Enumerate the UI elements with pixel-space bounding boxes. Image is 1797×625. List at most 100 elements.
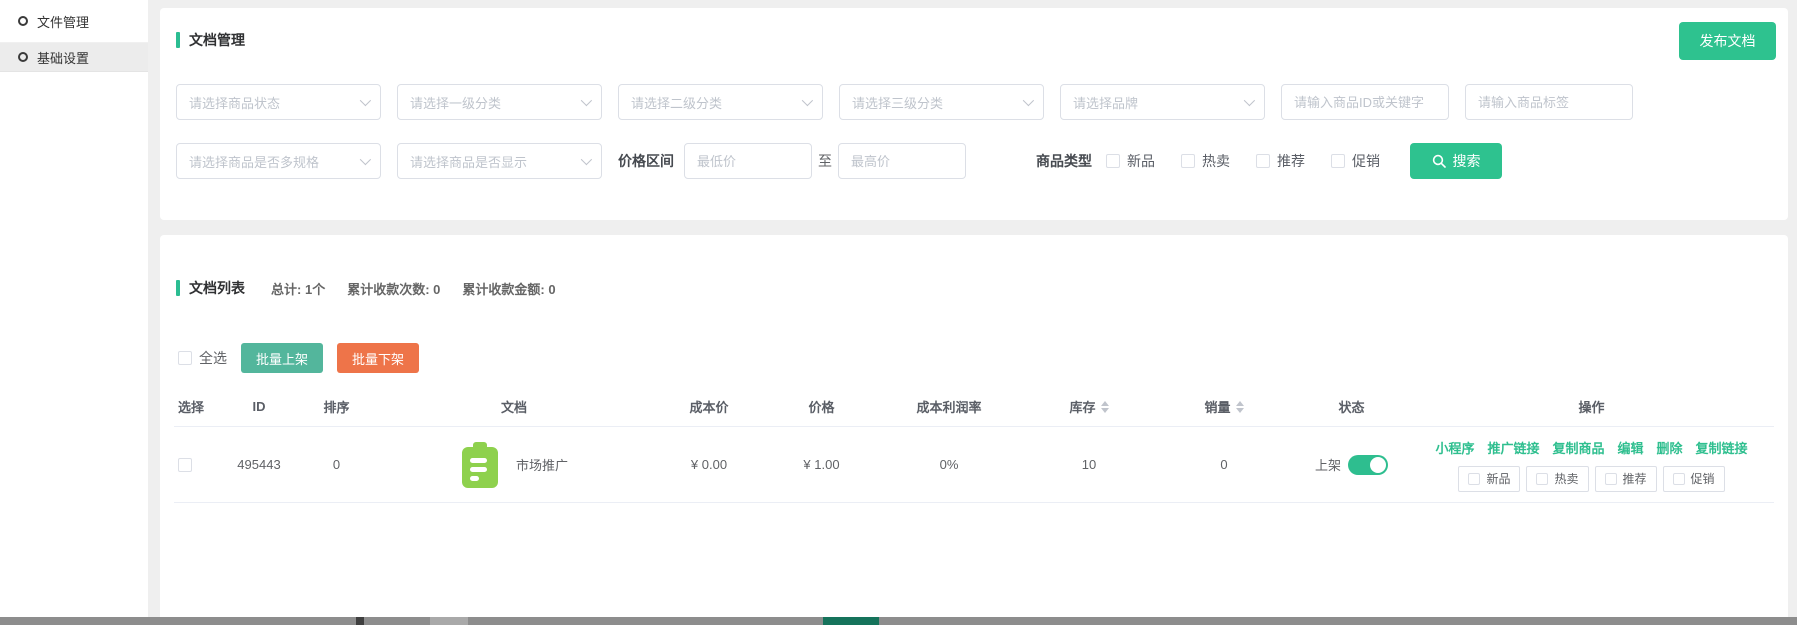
bottom-scrollbar[interactable] (0, 617, 1797, 625)
row-sort: 0 (294, 457, 379, 472)
row-cost-price: ¥ 0.00 (649, 457, 769, 472)
select-placeholder: 请选择商品是否显示 (410, 152, 527, 171)
caret-down-icon (1101, 408, 1109, 413)
sidebar-item-basic-settings[interactable]: 基础设置 (0, 43, 148, 72)
publish-document-button[interactable]: 发布文档 (1679, 22, 1776, 60)
caret-up-icon (1101, 401, 1109, 406)
sales-sort-control[interactable] (1236, 401, 1244, 413)
select-multi-spec[interactable]: 请选择商品是否多规格 (176, 143, 381, 179)
list-stats: 总计: 1个 累计收款次数: 0 累计收款金额: 0 (271, 279, 556, 298)
copy-link-link[interactable]: 复制链接 (1696, 438, 1748, 457)
table-row: 495443 0 市场推广 ¥ 0.00 ¥ 1.00 0% 10 0 上架 (174, 427, 1774, 503)
price-range-label: 价格区间 (618, 151, 674, 171)
select-placeholder: 请选择一级分类 (410, 93, 501, 112)
mini-program-link[interactable]: 小程序 (1435, 438, 1474, 457)
type-checkbox-hot[interactable]: 热卖 (1181, 151, 1230, 171)
col-header-sort: 排序 (294, 397, 379, 416)
list-title: 文档列表 (189, 278, 245, 298)
col-header-cost-price: 成本价 (649, 397, 769, 416)
checkbox-label: 热卖 (1202, 151, 1230, 171)
title-accent-bar (176, 280, 180, 296)
table-header-row: 选择 ID 排序 文档 成本价 价格 成本利润率 库存 销量 状态 (174, 387, 1774, 427)
tag-label: 推荐 (1623, 470, 1647, 487)
stat-payment-amount: 累计收款金额: 0 (462, 279, 555, 298)
search-icon (1432, 154, 1446, 168)
checkbox[interactable] (1256, 154, 1270, 168)
tag-label: 新品 (1486, 470, 1510, 487)
chevron-down-icon (581, 95, 592, 106)
row-actions-cell: 小程序 推广链接 复制商品 编辑 删除 复制链接 新品 (1409, 438, 1774, 492)
row-tag-new[interactable]: 新品 (1458, 466, 1520, 492)
select-placeholder: 请选择二级分类 (631, 93, 722, 112)
select-product-status[interactable]: 请选择商品状态 (176, 84, 381, 120)
select-all-checkbox[interactable] (178, 351, 192, 365)
select-placeholder: 请选择品牌 (1073, 93, 1138, 112)
type-checkbox-new[interactable]: 新品 (1106, 151, 1155, 171)
row-tag-recommend[interactable]: 推荐 (1595, 466, 1657, 492)
min-price-input[interactable] (684, 143, 812, 179)
circle-icon (18, 52, 28, 62)
delete-link[interactable]: 删除 (1657, 438, 1683, 457)
col-header-id: ID (224, 399, 294, 414)
type-checkbox-recommend[interactable]: 推荐 (1256, 151, 1305, 171)
checkbox[interactable] (1468, 473, 1480, 485)
max-price-input[interactable] (838, 143, 966, 179)
clipboard-list-icon (460, 442, 500, 488)
sidebar-item-label: 基础设置 (37, 48, 89, 67)
select-category-level1[interactable]: 请选择一级分类 (397, 84, 602, 120)
copy-product-link[interactable]: 复制商品 (1552, 438, 1604, 457)
row-checkbox[interactable] (178, 458, 192, 472)
action-links: 小程序 推广链接 复制商品 编辑 删除 复制链接 (1435, 438, 1747, 457)
batch-on-shelf-button[interactable]: 批量上架 (241, 343, 323, 373)
caret-up-icon (1236, 401, 1244, 406)
status-label: 上架 (1315, 455, 1341, 474)
panel-title: 文档管理 (176, 30, 245, 50)
select-visibility[interactable]: 请选择商品是否显示 (397, 143, 602, 179)
chevron-down-icon (802, 95, 813, 106)
status-toggle[interactable] (1348, 455, 1388, 475)
checkbox-label: 新品 (1127, 151, 1155, 171)
batch-actions-row: 全选 批量上架 批量下架 (178, 343, 419, 373)
col-header-doc: 文档 (379, 397, 649, 416)
edit-link[interactable]: 编辑 (1618, 438, 1644, 457)
sidebar-item-file-management[interactable]: 文件管理 (0, 0, 148, 43)
product-id-keyword-input[interactable] (1281, 84, 1449, 120)
stat-total: 总计: 1个 (271, 279, 325, 298)
checkbox[interactable] (1181, 154, 1195, 168)
stat-payment-count: 累计收款次数: 0 (347, 279, 440, 298)
checkbox[interactable] (1673, 473, 1685, 485)
select-brand[interactable]: 请选择品牌 (1060, 84, 1265, 120)
col-header-select: 选择 (174, 397, 224, 416)
row-cost-margin: 0% (874, 457, 1024, 472)
row-stock: 10 (1024, 457, 1154, 472)
chevron-down-icon (1023, 95, 1034, 106)
checkbox[interactable] (1331, 154, 1345, 168)
select-category-level3[interactable]: 请选择三级分类 (839, 84, 1044, 120)
document-table: 选择 ID 排序 文档 成本价 价格 成本利润率 库存 销量 状态 (174, 387, 1774, 503)
row-tag-hot[interactable]: 热卖 (1526, 466, 1588, 492)
checkbox[interactable] (1605, 473, 1617, 485)
search-button[interactable]: 搜索 (1410, 143, 1502, 179)
list-header: 文档列表 总计: 1个 累计收款次数: 0 累计收款金额: 0 (176, 278, 556, 298)
product-tag-input[interactable] (1465, 84, 1633, 120)
price-to-separator: 至 (818, 151, 832, 171)
col-header-price: 价格 (769, 397, 874, 416)
title-accent-bar (176, 32, 180, 48)
filter-row-1: 请选择商品状态 请选择一级分类 请选择二级分类 请选择三级分类 请选择品牌 (176, 84, 1633, 120)
chevron-down-icon (360, 154, 371, 165)
row-tag-promo[interactable]: 促销 (1663, 466, 1725, 492)
batch-off-shelf-button[interactable]: 批量下架 (337, 343, 419, 373)
page-title: 文档管理 (189, 30, 245, 50)
stock-sort-control[interactable] (1101, 401, 1109, 413)
filter-row-2: 请选择商品是否多规格 请选择商品是否显示 价格区间 至 商品类型 新品 热卖 推… (176, 143, 1502, 179)
checkbox[interactable] (1106, 154, 1120, 168)
row-id: 495443 (224, 457, 294, 472)
checkbox[interactable] (1536, 473, 1548, 485)
type-checkbox-promo[interactable]: 促销 (1331, 151, 1380, 171)
select-category-level2[interactable]: 请选择二级分类 (618, 84, 823, 120)
select-placeholder: 请选择商品是否多规格 (189, 152, 319, 171)
promo-link-link[interactable]: 推广链接 (1487, 438, 1539, 457)
scrollbar-dark-segment (356, 617, 364, 625)
tag-label: 促销 (1691, 470, 1715, 487)
circle-icon (18, 16, 28, 26)
